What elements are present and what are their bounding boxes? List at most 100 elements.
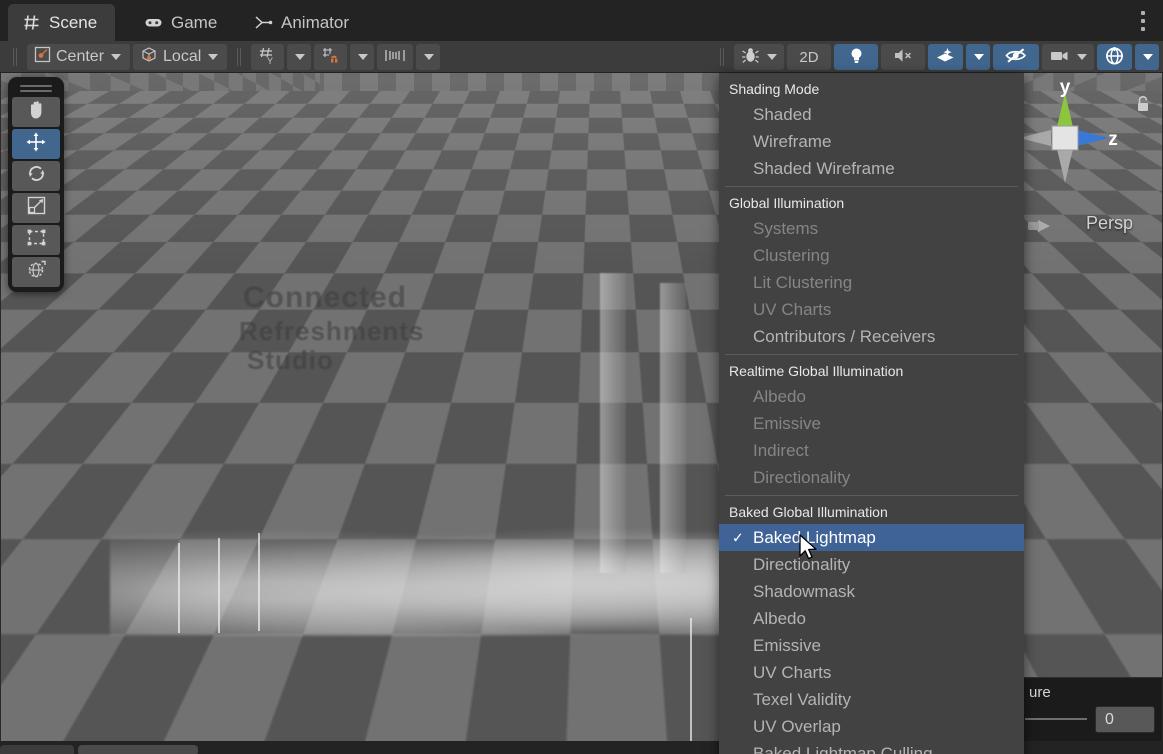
menu-item-label: Clustering [753,246,830,266]
menu-item-label: Indirect [753,441,809,461]
space-mode-button[interactable]: Local [133,44,227,70]
menu-item[interactable]: Indirect [719,437,1024,464]
lock-icon[interactable] [1135,95,1151,113]
menu-item[interactable]: Lit Clustering [719,269,1024,296]
chevron-down-icon [424,54,434,60]
menu-item[interactable]: Emissive [719,410,1024,437]
gamepad-icon [144,13,163,32]
grid-axis-dropdown[interactable] [287,44,311,70]
chevron-down-icon [295,54,305,60]
scene-fx-dropdown[interactable] [966,44,990,70]
rect-tool[interactable] [12,225,60,255]
menu-item-label: Baked Lightmap Culling [753,744,933,754]
menu-item-label: Albedo [753,609,806,629]
scene-toolbar: Center Local Y 2D [0,41,1163,73]
hand-tool[interactable] [12,97,60,127]
snap-magnet-icon [321,46,340,68]
tab-game[interactable]: Game [130,4,235,41]
menu-item[interactable]: Directionality [719,551,1024,578]
animator-icon [254,13,273,32]
scale-tool[interactable] [12,193,60,223]
tab-animator[interactable]: Animator [240,4,367,41]
menu-item[interactable]: Systems [719,215,1024,242]
scene-lighting-toggle[interactable] [834,44,878,70]
menu-item-label: Directionality [753,468,850,488]
chevron-down-icon [767,54,777,60]
menu-item[interactable]: Clustering [719,242,1024,269]
menu-item[interactable]: Albedo [719,383,1024,410]
snap-increment-button[interactable] [377,44,413,70]
scene-visibility-toggle[interactable] [993,44,1039,70]
tab-animator-label: Animator [281,13,349,33]
svg-text:y: y [1060,79,1071,98]
space-mode-label: Local [163,48,201,66]
draw-mode-dropdown-menu[interactable]: Shading Mode Shaded Wireframe Shaded Wirefr… [719,73,1024,754]
scene-fx-toggle[interactable] [928,44,963,70]
scene-audio-toggle[interactable] [881,44,925,70]
toolbar-grip-left[interactable] [11,47,19,67]
menu-item[interactable]: Emissive [719,632,1024,659]
transform-tool[interactable] [12,257,60,287]
toolbar-grip-mid[interactable] [235,47,243,67]
snap-increment-icon [384,46,406,68]
menu-item[interactable]: Contributors / Receivers [719,323,1024,350]
drag-handle-icon[interactable] [20,81,52,95]
pivot-mode-label: Center [56,48,104,66]
grid-axis-button[interactable]: Y [251,44,284,70]
menu-separator [725,186,1018,187]
menu-item-label: Shaded Wireframe [753,159,895,179]
transform-globe-icon [26,259,47,285]
tab-game-label: Game [171,13,217,33]
snap-button[interactable] [314,44,347,70]
chevron-down-icon [111,54,121,60]
exposure-slider[interactable] [1025,718,1087,720]
viewport-edge-left [0,73,1,741]
menu-item[interactable]: Directionality [719,464,1024,491]
menu-section-header: Baked Global Illumination [719,499,1024,524]
chevron-down-icon [1077,54,1087,60]
snap-increment-dropdown[interactable] [416,44,440,70]
pivot-mode-button[interactable]: Center [27,44,130,70]
menu-item[interactable]: UV Overlap [719,713,1024,740]
move-tool[interactable] [12,129,60,159]
lightbulb-icon [848,46,865,68]
scene-camera-settings-button[interactable] [1042,44,1094,70]
snap-dropdown[interactable] [350,44,374,70]
menu-item[interactable]: UV Charts [719,659,1024,686]
gizmos-dropdown[interactable] [1135,44,1159,70]
grid-axis-y-icon: Y [258,46,277,68]
menu-item[interactable]: Shaded [719,101,1024,128]
menu-item[interactable]: Wireframe [719,128,1024,155]
menu-item[interactable]: UV Charts [719,296,1024,323]
bottom-toolbar-b[interactable] [78,745,198,754]
menu-item-label: Emissive [753,636,821,656]
view-2d-label: 2D [799,49,818,66]
chevron-down-icon [974,54,984,60]
menu-item[interactable]: Baked Lightmap Culling [719,740,1024,754]
more-options-icon[interactable] [1129,4,1157,38]
menu-item[interactable]: Albedo [719,605,1024,632]
toolbar-grip-right[interactable] [718,47,726,67]
gizmos-toggle[interactable] [1097,44,1132,70]
rect-transform-icon [26,227,47,253]
bottom-tab-a[interactable] [0,745,74,754]
view-2d-toggle[interactable]: 2D [787,44,831,70]
scene-projection-label[interactable]: Persp [1086,213,1133,234]
tab-scene[interactable]: Scene [8,4,115,41]
exposure-value-field[interactable]: 0 [1095,706,1155,733]
menu-item-label: UV Charts [753,300,831,320]
chevron-down-icon [208,54,218,60]
menu-item[interactable]: Shadowmask [719,578,1024,605]
menu-item-label: Systems [753,219,818,239]
debug-draw-button[interactable] [734,44,784,70]
menu-item[interactable]: Texel Validity [719,686,1024,713]
menu-item[interactable]: ✓ Baked Lightmap [719,524,1024,551]
menu-item-label: Shadowmask [753,582,855,602]
tab-scene-label: Scene [49,13,97,33]
rotate-tool[interactable] [12,161,60,191]
exposure-overlay[interactable]: ure 0 [1018,677,1163,741]
menu-item[interactable]: Shaded Wireframe [719,155,1024,182]
scene-pillar-b [660,283,686,573]
scale-icon [26,195,47,221]
menu-separator [725,354,1018,355]
